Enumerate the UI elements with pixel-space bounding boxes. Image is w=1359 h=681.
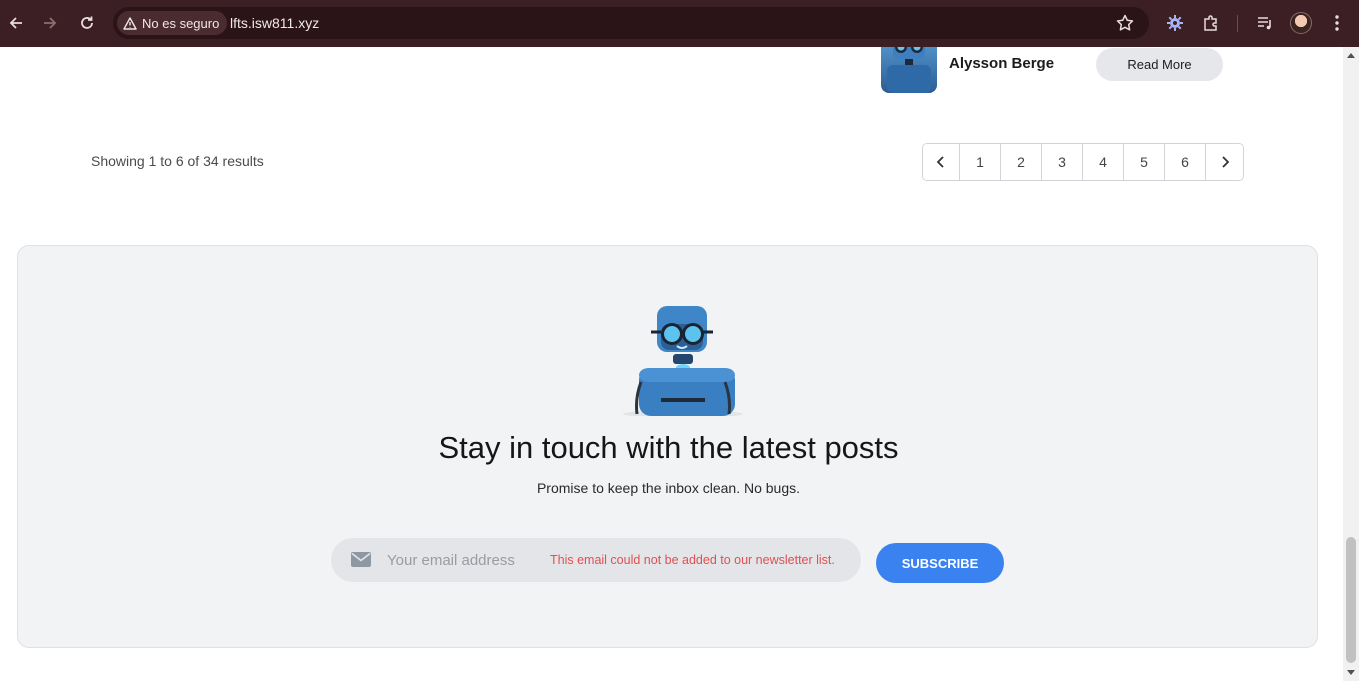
page-button-1[interactable]: 1 — [960, 144, 1001, 180]
newsletter-title: Stay in touch with the latest posts — [438, 430, 899, 465]
pagination: 1 2 3 4 5 6 — [922, 143, 1244, 181]
page-button-3[interactable]: 3 — [1042, 144, 1083, 180]
forward-button[interactable] — [38, 11, 62, 35]
email-input[interactable] — [387, 548, 537, 572]
security-label: No es seguro — [142, 15, 220, 31]
reload-button[interactable] — [75, 11, 99, 35]
scroll-down-arrow-icon[interactable] — [1347, 670, 1355, 675]
media-queue-icon[interactable] — [1253, 11, 1277, 35]
arrow-right-icon — [44, 17, 57, 29]
chevron-right-icon — [1221, 156, 1229, 168]
url-text[interactable]: lfts.isw811.xyz — [230, 15, 319, 31]
profile-avatar[interactable] — [1290, 12, 1312, 34]
reload-icon — [81, 16, 93, 29]
more-menu-icon[interactable] — [1325, 11, 1349, 35]
back-button[interactable] — [4, 11, 28, 35]
toolbar-separator — [1237, 15, 1238, 32]
mail-icon — [351, 552, 371, 567]
page-button-2[interactable]: 2 — [1001, 144, 1042, 180]
page-button-6[interactable]: 6 — [1165, 144, 1206, 180]
read-more-button[interactable]: Read More — [1096, 48, 1223, 81]
next-page-button[interactable] — [1206, 144, 1243, 180]
address-bar[interactable]: No es seguro lfts.isw811.xyz — [113, 7, 1149, 39]
chevron-left-icon — [936, 156, 944, 168]
results-summary: Showing 1 to 6 of 34 results — [91, 153, 264, 169]
email-field-wrapper: This email could not be added to our new… — [331, 538, 861, 582]
page-content: Alysson Berge Read More Showing 1 to 6 o… — [0, 47, 1343, 681]
newsletter-section: Stay in touch with the latest posts Prom… — [17, 245, 1318, 648]
extension-gear-icon[interactable] — [1163, 11, 1187, 35]
bookmark-star-icon[interactable] — [1115, 13, 1135, 38]
scroll-up-arrow-icon[interactable] — [1347, 53, 1355, 58]
author-name[interactable]: Alysson Berge — [949, 55, 1054, 72]
author-avatar — [881, 47, 937, 93]
page-button-4[interactable]: 4 — [1083, 144, 1124, 180]
robot-illustration — [623, 306, 743, 416]
previous-page-button[interactable] — [923, 144, 960, 180]
subscribe-button[interactable]: SUBSCRIBE — [876, 543, 1004, 583]
arrow-left-icon — [9, 17, 22, 29]
security-chip[interactable]: No es seguro — [117, 11, 228, 35]
extensions-puzzle-icon[interactable] — [1199, 11, 1223, 35]
email-error-message: This email could not be added to our new… — [550, 553, 835, 567]
browser-toolbar: No es seguro lfts.isw811.xyz — [0, 0, 1359, 47]
scrollbar-thumb[interactable] — [1346, 537, 1356, 663]
page-button-5[interactable]: 5 — [1124, 144, 1165, 180]
warning-icon — [123, 16, 137, 30]
page-scrollbar[interactable] — [1343, 47, 1359, 681]
newsletter-subtitle: Promise to keep the inbox clean. No bugs… — [536, 480, 801, 496]
